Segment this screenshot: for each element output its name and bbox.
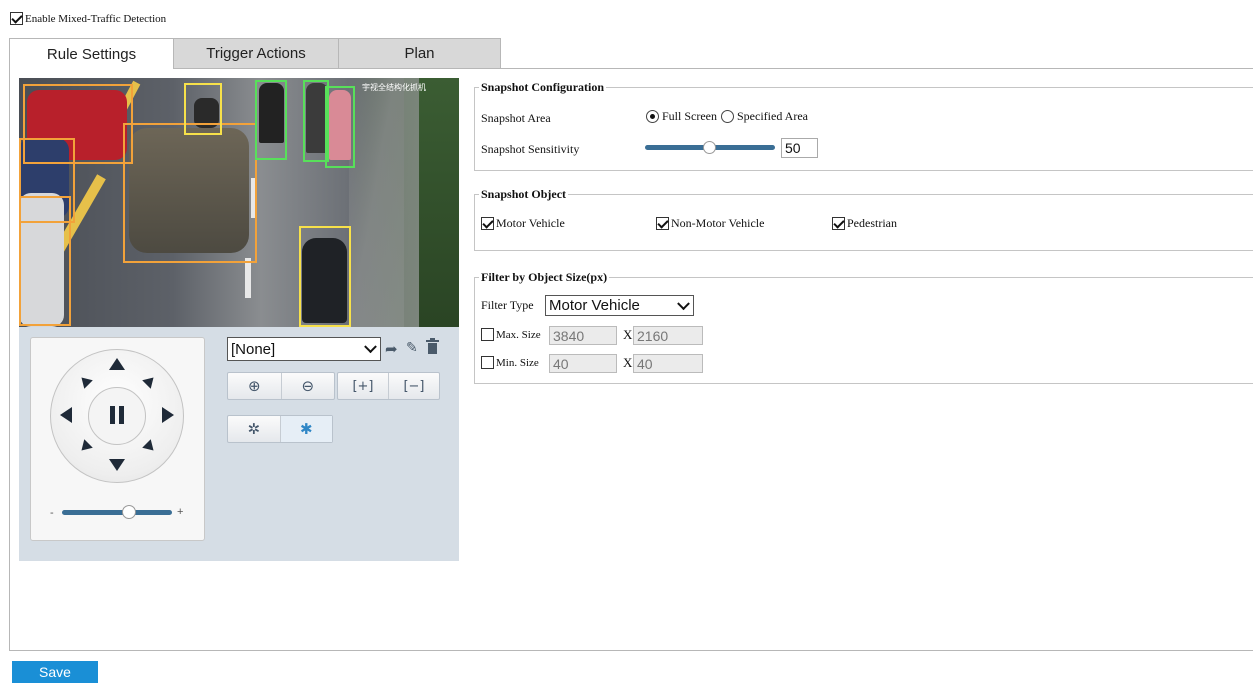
edit-preset-icon[interactable]: ✎ [406,340,418,356]
sensitivity-slider-thumb[interactable] [703,141,716,154]
snapshot-area-label: Snapshot Area [481,111,551,125]
speed-plus-label: + [177,506,184,518]
road-edge [349,78,419,327]
enable-mixed-traffic-checkbox[interactable] [10,12,23,25]
max-size-label: Max. Size [496,328,541,341]
specified-area-label: Specified Area [737,109,808,123]
detection-box [255,80,287,160]
full-screen-label: Full Screen [662,109,717,123]
speed-slider-thumb[interactable] [122,505,136,519]
min-x-label: X [623,355,633,370]
detection-box [123,123,257,263]
filter-size-title: Filter by Object Size(px) [479,270,610,285]
snapshot-configuration-title: Snapshot Configuration [479,80,607,95]
save-button[interactable]: Save [12,661,98,683]
full-screen-radio[interactable] [646,110,659,123]
sensitivity-input[interactable]: 50 [781,138,818,158]
focus-button-group: [+] [−] [337,372,440,400]
tab-trigger-actions[interactable]: Trigger Actions [173,38,339,68]
min-size-row: Min. Size [481,356,539,369]
detection-box [19,196,71,326]
live-video-preview[interactable]: 宇视全结构化抓机 [19,78,459,327]
delete-preset-icon[interactable] [426,338,439,354]
max-size-row: Max. Size [481,328,541,341]
non-motor-vehicle-checkbox[interactable] [656,217,669,230]
ptz-up-icon[interactable] [109,358,125,370]
snapshot-area-options: Full Screen Specified Area [646,109,808,124]
non-motor-vehicle-option: Non-Motor Vehicle [656,216,764,231]
zoom-out-icon[interactable]: ⊖ [282,373,335,399]
aux-button-group: ✲ ✱ [227,415,333,443]
pause-icon-bar [119,406,124,424]
ptz-pause-button[interactable] [88,387,146,445]
enable-mixed-traffic-label: Enable Mixed-Traffic Detection [25,12,167,25]
ptz-right-icon[interactable] [162,407,174,423]
wiper-icon[interactable]: ✲ [228,416,281,442]
snapshot-object-title: Snapshot Object [479,187,569,202]
min-height-input[interactable]: 40 [633,354,703,373]
pedestrian-label: Pedestrian [847,216,897,230]
focus-near-icon[interactable]: [+] [338,373,389,399]
pedestrian-checkbox[interactable] [832,217,845,230]
chevron-down-icon [364,340,377,354]
max-width-input[interactable]: 3840 [549,326,617,345]
motor-vehicle-option: Motor Vehicle [481,216,565,231]
pause-icon [110,406,115,424]
filter-type-select[interactable]: Motor Vehicle [545,295,694,316]
detection-box [325,86,355,168]
pedestrian-option: Pedestrian [832,216,897,231]
video-watermark: 宇视全结构化抓机 [362,83,426,92]
max-x-label: X [623,327,633,342]
chevron-down-icon [677,296,690,310]
motor-vehicle-checkbox[interactable] [481,217,494,230]
filter-type-value: Motor Vehicle [549,297,640,314]
snapshot-sensitivity-label: Snapshot Sensitivity [481,142,580,156]
speed-slider-track[interactable] [62,510,172,515]
filter-type-label: Filter Type [481,298,534,312]
enable-mixed-traffic-row: Enable Mixed-Traffic Detection [10,12,166,25]
zoom-in-icon[interactable]: ⊕ [228,373,282,399]
min-size-label: Min. Size [496,356,539,369]
light-icon[interactable]: ✱ [280,416,332,442]
ptz-down-icon[interactable] [109,459,125,471]
detection-box [299,226,351,327]
specified-area-radio[interactable] [721,110,734,123]
preset-select[interactable]: [None] [227,337,381,361]
lane-dash [245,258,251,298]
min-width-input[interactable]: 40 [549,354,617,373]
detection-box [184,83,222,135]
focus-far-icon[interactable]: [−] [389,373,439,399]
ptz-left-icon[interactable] [60,407,72,423]
tab-plan[interactable]: Plan [338,38,501,68]
snapshot-configuration-section [474,87,1253,171]
motor-vehicle-label: Motor Vehicle [496,216,565,230]
non-motor-vehicle-label: Non-Motor Vehicle [671,216,765,230]
max-height-input[interactable]: 2160 [633,326,703,345]
go-to-preset-icon[interactable]: ➦ [385,340,398,358]
speed-minus-label: - [50,507,54,519]
tab-rule-settings[interactable]: Rule Settings [9,38,174,69]
max-size-checkbox[interactable] [481,328,494,341]
preset-select-value: [None] [231,340,276,358]
zoom-button-group: ⊕ ⊖ [227,372,335,400]
min-size-checkbox[interactable] [481,356,494,369]
